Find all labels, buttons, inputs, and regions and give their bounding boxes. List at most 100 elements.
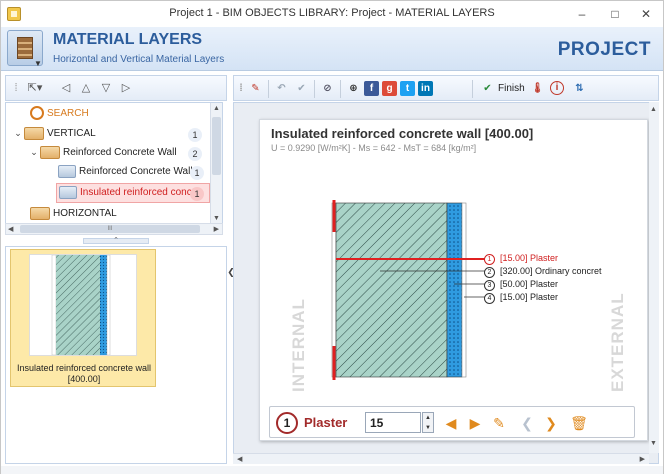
insert-layer-after-icon[interactable]: ▶: [466, 414, 484, 432]
app-window: Project 1 - BIM OBJECTS LIBRARY: Project…: [0, 0, 664, 474]
thumbnail-label-line2: [400.00]: [67, 374, 101, 384]
tree-item-label: Reinforced Concrete Wall: [79, 166, 193, 177]
chevron-down-icon: ▼: [34, 59, 42, 68]
restore-button[interactable]: □: [604, 5, 626, 23]
thermometer-icon[interactable]: 🌡: [530, 81, 545, 96]
tree-vertical-scrollbar[interactable]: ▲ ▼: [210, 103, 222, 227]
thumbnail-card-selected[interactable]: Insulated reinforced concrete wall [400.…: [10, 249, 156, 387]
scroll-right-icon[interactable]: ▶: [640, 455, 645, 463]
edit-layer-icon[interactable]: ✎: [490, 414, 508, 432]
tree-item-label: Reinforced Concrete Wall: [63, 147, 177, 158]
scroll-up-icon[interactable]: ▲: [212, 105, 221, 112]
facebook-icon[interactable]: f: [364, 81, 379, 96]
material-layers-menu-button[interactable]: ▼: [7, 30, 43, 68]
scroll-thumb[interactable]: [212, 117, 221, 175]
folder-icon: [30, 206, 50, 220]
linkedin-icon[interactable]: in: [418, 81, 433, 96]
selected-layer-number: 1: [276, 412, 298, 434]
tree-item-vertical[interactable]: ⌄ VERTICAL: [12, 124, 96, 142]
thickness-stepper[interactable]: ▲ ▼: [422, 412, 434, 433]
canvas-vertical-scrollbar[interactable]: ▲ ▼: [649, 102, 659, 453]
twitter-icon[interactable]: t: [400, 81, 415, 96]
stepper-down-icon[interactable]: ▼: [423, 423, 433, 433]
tree-item-reinforced-concrete-wall[interactable]: ⌄ Reinforced Concrete Wall: [28, 143, 177, 161]
scroll-thumb[interactable]: III: [20, 225, 200, 233]
concrete-layer[interactable]: [335, 202, 448, 378]
scroll-right-icon[interactable]: ▶: [214, 225, 219, 233]
canvas-horizontal-scrollbar[interactable]: ◀ ▶: [233, 453, 649, 464]
info-icon[interactable]: i: [550, 81, 564, 95]
stepper-up-icon[interactable]: ▲: [423, 413, 433, 423]
window-title: Project 1 - BIM OBJECTS LIBRARY: Project…: [169, 7, 495, 19]
finish-button[interactable]: Finish: [498, 83, 525, 94]
layers-icon[interactable]: ⇅: [572, 81, 587, 96]
chevron-down-icon[interactable]: ⌄: [28, 143, 40, 161]
drawing-canvas[interactable]: Insulated reinforced concrete wall [400.…: [233, 102, 659, 464]
nav-last-icon[interactable]: ▷: [118, 80, 134, 96]
close-button[interactable]: ✕: [635, 5, 657, 23]
layer-edit-bar: 1 Plaster ▲▼ ◀ ▶ ✎ ❮ ❯ 🗑: [269, 406, 635, 438]
folder-icon: [24, 126, 44, 140]
splitter-handle[interactable]: ⌃: [83, 237, 149, 244]
minimize-button[interactable]: –: [571, 5, 593, 23]
category-tree[interactable]: SEARCH ⌄ VERTICAL 1 ⌄ Reinforced Concrete …: [5, 102, 223, 228]
page-subtitle: Horizontal and Vertical Material Layers: [53, 54, 225, 65]
toolbar-separator: [268, 80, 269, 98]
folder-icon: [40, 145, 60, 159]
tree-item-horizontal[interactable]: HORIZONTAL: [30, 205, 117, 223]
undo-icon[interactable]: ↶: [274, 81, 289, 96]
delete-layer-icon[interactable]: 🗑: [570, 414, 588, 432]
cursor-select-button[interactable]: ⇱▾: [22, 80, 48, 96]
scroll-left-icon[interactable]: ◀: [237, 455, 242, 463]
layer-legend-text: [50.00] Plaster: [500, 279, 559, 289]
layer-legend-item-4[interactable]: 4 [15.00] Plaster: [484, 291, 559, 304]
move-layer-left-icon[interactable]: ❮: [518, 414, 536, 432]
layer-legend-item-2[interactable]: 2 [320.00] Ordinary concret: [484, 265, 602, 278]
toolbar-grip-icon: ⁞: [14, 82, 18, 94]
wall-section-thumbnail: [51, 254, 111, 356]
tree-horizontal-scrollbar[interactable]: ◀ III ▶: [5, 223, 223, 235]
share-icon[interactable]: ⊕: [346, 81, 361, 96]
scroll-left-icon[interactable]: ◀: [8, 225, 13, 233]
drawing-toolbar: ⁞ ✎ ↶ ✔ ⊘ ⊕ f g t in ✔ Finish 🌡 i ⇅: [233, 75, 659, 101]
layer-legend-text: [15.00] Plaster: [500, 253, 559, 263]
scroll-down-icon[interactable]: ▼: [650, 440, 657, 447]
toolbar-grip-icon: ⁞: [239, 83, 243, 94]
status-bar: [1, 466, 663, 474]
internal-label: INTERNAL: [289, 298, 308, 392]
header-banner: ▼ MATERIAL LAYERS Horizontal and Vertica…: [1, 27, 663, 71]
nav-down-icon[interactable]: ▽: [98, 80, 114, 96]
tree-item-reinforced-concrete-wall-leaf[interactable]: Reinforced Concrete Wall: [58, 163, 193, 181]
layer-number-badge: 4: [484, 293, 495, 304]
nav-first-icon[interactable]: ◁: [58, 80, 74, 96]
layer-legend-item-3[interactable]: 3 [50.00] Plaster: [484, 278, 559, 291]
edit-icon[interactable]: ✎: [248, 81, 263, 96]
layer-legend-text: [320.00] Ordinary concret: [500, 266, 602, 276]
tree-item-insulated-wall-selected[interactable]: Insulated reinforced conc: [56, 183, 210, 203]
tree-item-label: HORIZONTAL: [53, 208, 117, 219]
scroll-up-icon[interactable]: ▲: [650, 106, 657, 113]
layer-number-badge: 3: [484, 280, 495, 291]
layer-legend-text: [15.00] Plaster: [500, 292, 559, 302]
toolbar-separator: [472, 80, 473, 98]
finish-icon[interactable]: ✔: [480, 81, 495, 96]
nav-up-icon[interactable]: △: [78, 80, 94, 96]
plaster-external-layer[interactable]: [461, 202, 467, 378]
scroll-down-icon[interactable]: ▼: [212, 215, 221, 222]
layer-number-badge: 2: [484, 267, 495, 278]
tree-search[interactable]: SEARCH: [30, 105, 89, 123]
google-plus-icon[interactable]: g: [382, 81, 397, 96]
attach-icon[interactable]: ⊘: [320, 81, 335, 96]
tree-toolbar: ⁞ ⇱▾ ◁ △ ▽ ▷: [5, 75, 227, 101]
layer-legend-item-1[interactable]: 1 [15.00] Plaster: [484, 252, 559, 265]
insulation-layer[interactable]: [446, 202, 463, 378]
thickness-input[interactable]: [365, 412, 421, 433]
external-label: EXTERNAL: [608, 292, 627, 392]
insert-layer-before-icon[interactable]: ◀: [442, 414, 460, 432]
thumbnail-pane: Insulated reinforced concrete wall [400.…: [5, 246, 227, 464]
chevron-down-icon[interactable]: ⌄: [12, 124, 24, 142]
move-layer-right-icon[interactable]: ❯: [542, 414, 560, 432]
wall-sheet: Insulated reinforced concrete wall [400.…: [259, 119, 648, 441]
check-icon[interactable]: ✔: [294, 81, 309, 96]
toolbar-separator: [340, 80, 341, 98]
